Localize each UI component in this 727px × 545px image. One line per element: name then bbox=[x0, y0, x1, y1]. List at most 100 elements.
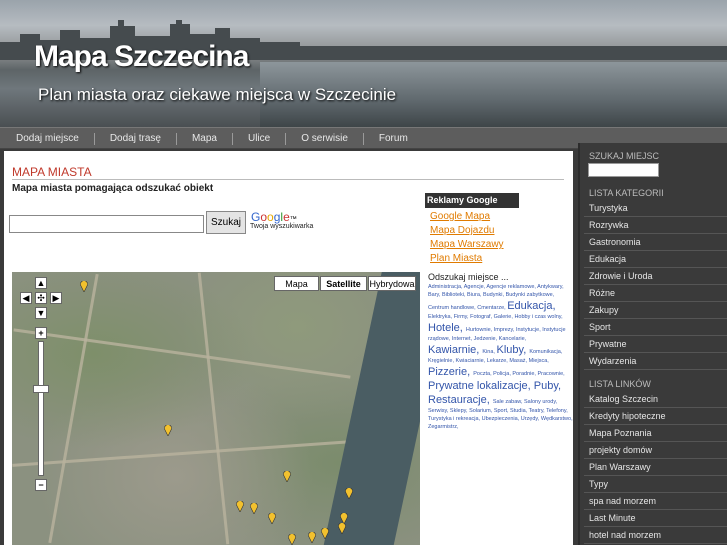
keyword-link[interactable]: Kawiarnie, bbox=[428, 344, 482, 356]
keyword-link[interactable]: Kręgielnie, bbox=[428, 358, 456, 364]
keyword-link[interactable]: Jedzenie, bbox=[474, 336, 499, 342]
keyword-link[interactable]: Puby, bbox=[534, 380, 561, 392]
keyword-link[interactable]: Agencje reklamowe, bbox=[486, 284, 537, 290]
keyword-link[interactable]: Galerie, bbox=[494, 314, 515, 320]
ads-title[interactable]: Reklamy Google bbox=[425, 193, 519, 208]
map-marker-icon[interactable] bbox=[268, 513, 276, 524]
satellite-map[interactable]: ▲ ◀ ✣ ▶ ▼ + − Mapa Satellite Hybrydowa bbox=[12, 272, 420, 545]
link-item[interactable]: Plan Warszawy bbox=[584, 459, 727, 476]
link-item[interactable]: Kredyty hipoteczne bbox=[584, 408, 727, 425]
keyword-link[interactable]: Wędkarstwo, bbox=[541, 416, 573, 422]
keyword-link[interactable]: Komunikacja, bbox=[529, 349, 562, 355]
map-type-mapa[interactable]: Mapa bbox=[274, 276, 319, 291]
keyword-link[interactable]: Salony urody, bbox=[524, 399, 557, 405]
keyword-link[interactable]: Masaż, bbox=[509, 358, 528, 364]
keyword-link[interactable]: Administracja, bbox=[428, 284, 464, 290]
ad-link-google-mapa[interactable]: Google Mapa bbox=[430, 211, 490, 222]
zoom-slider-handle[interactable] bbox=[33, 385, 49, 393]
keyword-link[interactable]: Studia, bbox=[510, 408, 529, 414]
keyword-link[interactable]: Budynki zabytkowe, bbox=[506, 292, 555, 298]
nav-streets[interactable]: Ulice bbox=[248, 128, 270, 150]
map-marker-icon[interactable] bbox=[164, 425, 172, 436]
pan-down-button[interactable]: ▼ bbox=[35, 307, 47, 319]
keyword-link[interactable]: Lekarze, bbox=[487, 358, 510, 364]
map-marker-icon[interactable] bbox=[338, 523, 346, 534]
keyword-link[interactable]: Pizzerie, bbox=[428, 366, 473, 378]
sidebar-search-input[interactable] bbox=[588, 163, 659, 177]
keyword-link[interactable]: Miejsca, bbox=[529, 358, 549, 364]
keyword-link[interactable]: Zegarmistrz, bbox=[428, 424, 459, 430]
keyword-link[interactable]: Imprezy, bbox=[494, 327, 516, 333]
pan-left-button[interactable]: ◀ bbox=[20, 292, 32, 304]
search-input[interactable] bbox=[9, 215, 204, 233]
zoom-out-button[interactable]: − bbox=[35, 479, 47, 491]
map-marker-icon[interactable] bbox=[236, 501, 244, 512]
category-item[interactable]: Prywatne bbox=[584, 336, 727, 353]
category-item[interactable]: Rozrywka bbox=[584, 217, 727, 234]
ad-link-mapa-warszawy[interactable]: Mapa Warszawy bbox=[430, 239, 504, 250]
keyword-link[interactable]: Biblioteki, bbox=[442, 292, 467, 298]
keyword-link[interactable]: Solarium, bbox=[469, 408, 494, 414]
nav-forum[interactable]: Forum bbox=[379, 128, 408, 150]
keyword-link[interactable]: Elektryka, bbox=[428, 314, 454, 320]
map-type-satellite[interactable]: Satellite bbox=[320, 276, 367, 291]
keyword-link[interactable]: Telefony, bbox=[546, 408, 568, 414]
keyword-link[interactable]: Instytucje, bbox=[516, 327, 542, 333]
zoom-in-button[interactable]: + bbox=[35, 327, 47, 339]
keyword-link[interactable]: Bary, bbox=[428, 292, 442, 298]
map-marker-icon[interactable] bbox=[80, 281, 88, 292]
map-marker-icon[interactable] bbox=[283, 471, 291, 482]
keyword-link[interactable]: Biura, bbox=[467, 292, 483, 298]
keyword-link[interactable]: Ubezpieczenia, bbox=[482, 416, 521, 422]
map-marker-icon[interactable] bbox=[250, 503, 258, 514]
keyword-link[interactable]: Kancelarie, bbox=[499, 336, 527, 342]
keyword-link[interactable]: Budynki, bbox=[483, 292, 506, 298]
keyword-link[interactable]: Policja, bbox=[493, 371, 512, 377]
map-marker-icon[interactable] bbox=[321, 528, 329, 539]
keyword-link[interactable]: Agencje, bbox=[464, 284, 487, 290]
link-item[interactable]: spa nad morzem bbox=[584, 493, 727, 510]
pan-right-button[interactable]: ▶ bbox=[50, 292, 62, 304]
keyword-link[interactable]: Edukacja, bbox=[507, 300, 555, 312]
keyword-link[interactable]: Centrum handlowe, bbox=[428, 305, 477, 311]
keyword-link[interactable]: Sport, bbox=[494, 408, 510, 414]
keyword-link[interactable]: Fotograf, bbox=[470, 314, 494, 320]
category-item[interactable]: Turystyka bbox=[584, 200, 727, 217]
keyword-link[interactable]: Urzędy, bbox=[521, 416, 541, 422]
ad-link-plan-miasta[interactable]: Plan Miasta bbox=[430, 253, 482, 264]
link-item[interactable]: projekty domów bbox=[584, 442, 727, 459]
keyword-link[interactable]: Sale zabaw, bbox=[493, 399, 524, 405]
keyword-link[interactable]: Cmentarze, bbox=[477, 305, 507, 311]
pan-up-button[interactable]: ▲ bbox=[35, 277, 47, 289]
keyword-link[interactable]: Sklepy, bbox=[450, 408, 469, 414]
nav-map[interactable]: Mapa bbox=[192, 128, 217, 150]
category-item[interactable]: Zdrowie i Uroda bbox=[584, 268, 727, 285]
link-item[interactable]: Mapa Poznania bbox=[584, 425, 727, 442]
link-item[interactable]: hotel nad morzem bbox=[584, 527, 727, 544]
keyword-link[interactable]: Pracownie, bbox=[537, 371, 564, 377]
keyword-link[interactable]: Poradnie, bbox=[512, 371, 537, 377]
category-item[interactable]: Zakupy bbox=[584, 302, 727, 319]
zoom-slider[interactable] bbox=[38, 341, 44, 476]
map-marker-icon[interactable] bbox=[288, 534, 296, 545]
keyword-link[interactable]: Serwisy, bbox=[428, 408, 450, 414]
keyword-link[interactable]: Kluby, bbox=[497, 344, 530, 356]
category-item[interactable]: Różne bbox=[584, 285, 727, 302]
category-item[interactable]: Wydarzenia bbox=[584, 353, 727, 370]
link-item[interactable]: Katalog Szczecin bbox=[584, 391, 727, 408]
keyword-link[interactable]: Restauracje, bbox=[428, 394, 493, 406]
search-button[interactable]: Szukaj bbox=[206, 211, 246, 234]
site-title[interactable]: Mapa Szczecina bbox=[34, 40, 249, 74]
keyword-link[interactable]: Prywatne lokalizacje, bbox=[428, 380, 534, 392]
map-type-hybrid[interactable]: Hybrydowa bbox=[368, 276, 416, 291]
keyword-link[interactable]: Firmy, bbox=[454, 314, 470, 320]
keyword-link[interactable]: Antykwary, bbox=[537, 284, 564, 290]
link-item[interactable]: Last Minute bbox=[584, 510, 727, 527]
keyword-link[interactable]: Hurtownie, bbox=[466, 327, 494, 333]
keyword-link[interactable]: Kina, bbox=[482, 349, 496, 355]
map-marker-icon[interactable] bbox=[308, 532, 316, 543]
category-item[interactable]: Gastronomia bbox=[584, 234, 727, 251]
keyword-link[interactable]: Kwiaciarnie, bbox=[456, 358, 487, 364]
nav-add-place[interactable]: Dodaj miejsce bbox=[16, 128, 79, 150]
category-item[interactable]: Sport bbox=[584, 319, 727, 336]
